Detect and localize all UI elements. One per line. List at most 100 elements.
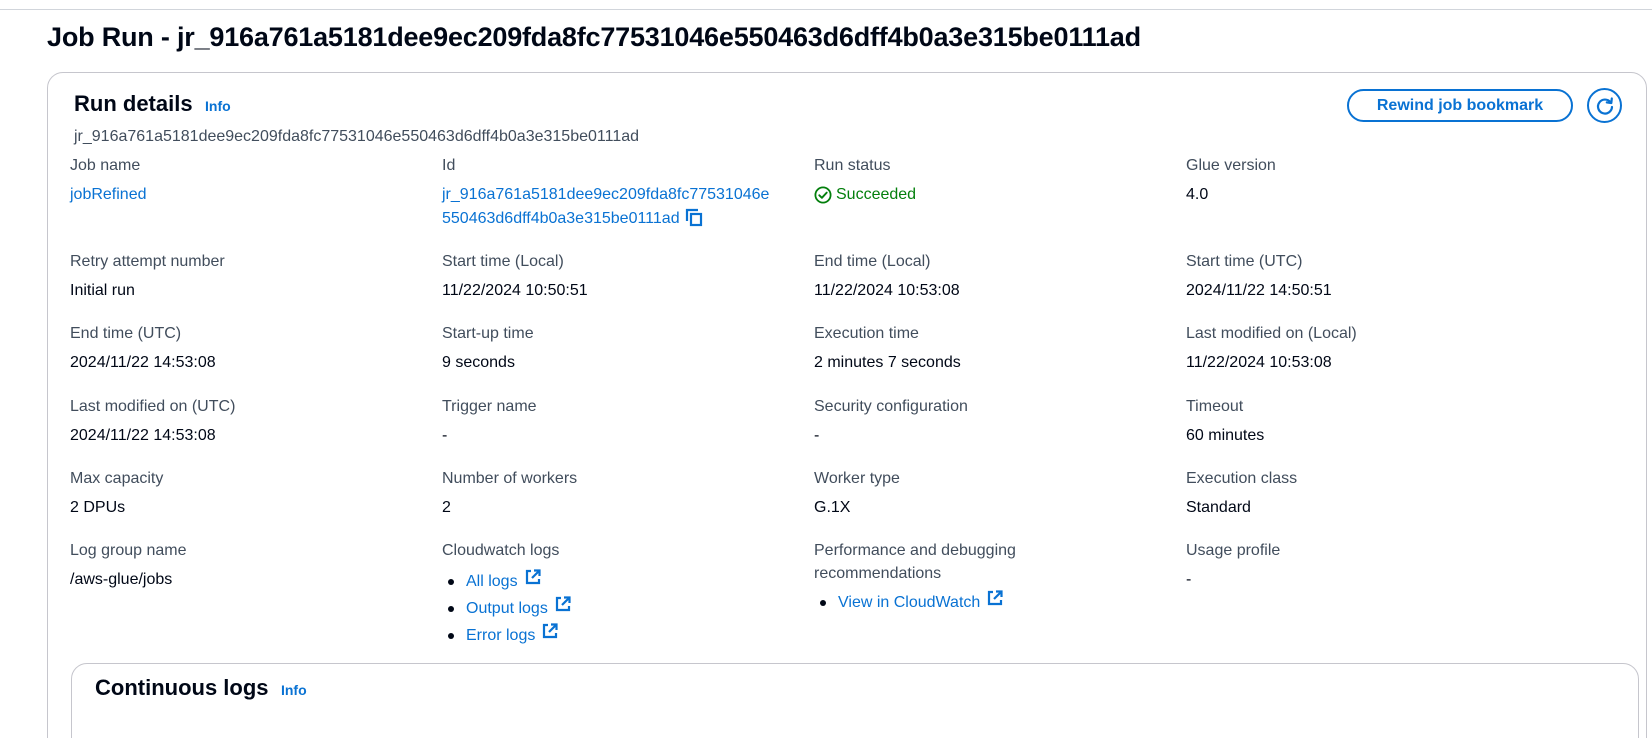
- continuous-logs-panel: Continuous logs Info: [71, 663, 1639, 738]
- startup-time-value: 9 seconds: [442, 354, 515, 371]
- field-worker-type: Worker type G.1X: [814, 467, 1184, 520]
- run-status-label: Run status: [814, 157, 891, 174]
- run-details-heading: Run details: [74, 91, 193, 116]
- id-value: jr_916a761a5181dee9ec209fda8fc77531046e …: [442, 183, 812, 235]
- continuous-logs-header: Continuous logs Info: [95, 675, 307, 701]
- usage-profile-value: -: [1186, 571, 1192, 588]
- output-logs-link[interactable]: Output logs: [466, 596, 548, 622]
- id-link-line1[interactable]: jr_916a761a5181dee9ec209fda8fc77531046e: [442, 186, 769, 203]
- run-details-header: Run details Info: [74, 91, 231, 117]
- view-in-cloudwatch-link[interactable]: View in CloudWatch: [838, 590, 980, 616]
- retry-attempt-label: Retry attempt number: [70, 253, 225, 270]
- security-configuration-value: -: [814, 427, 820, 444]
- run-status-text: Succeeded: [836, 186, 917, 203]
- external-link-icon[interactable]: [554, 595, 572, 622]
- check-circle-icon: [814, 186, 832, 204]
- rewind-job-bookmark-button[interactable]: Rewind job bookmark: [1347, 89, 1573, 122]
- number-of-workers-label: Number of workers: [442, 470, 578, 487]
- field-start-time-utc: Start time (UTC) 2024/11/22 14:50:51: [1186, 250, 1556, 303]
- field-retry-attempt: Retry attempt number Initial run: [70, 250, 440, 303]
- timeout-value: 60 minutes: [1186, 427, 1265, 444]
- refresh-button[interactable]: [1587, 88, 1622, 123]
- field-log-group-name: Log group name /aws-glue/jobs: [70, 539, 440, 592]
- bullet: [820, 599, 826, 606]
- continuous-logs-info-link[interactable]: Info: [281, 682, 307, 698]
- number-of-workers-value: 2: [442, 499, 451, 516]
- field-execution-time: Execution time 2 minutes 7 seconds: [814, 322, 1184, 375]
- cloudwatch-logs-label: Cloudwatch logs: [442, 542, 560, 559]
- field-run-status: Run status Succeeded: [814, 154, 1184, 207]
- field-end-time-utc: End time (UTC) 2024/11/22 14:53:08: [70, 322, 440, 375]
- last-modified-local-label: Last modified on (Local): [1186, 325, 1357, 342]
- field-cloudwatch-logs: Cloudwatch logs All logs Output logs Err…: [442, 539, 812, 649]
- retry-attempt-value: Initial run: [70, 282, 135, 299]
- page-title: Job Run - jr_916a761a5181dee9ec209fda8fc…: [47, 22, 1141, 52]
- security-configuration-label: Security configuration: [814, 398, 968, 415]
- field-last-modified-utc: Last modified on (UTC) 2024/11/22 14:53:…: [70, 395, 440, 448]
- field-trigger-name: Trigger name -: [442, 395, 812, 448]
- log-group-name-label: Log group name: [70, 542, 187, 559]
- list-item: View in CloudWatch: [820, 589, 1184, 616]
- execution-class-label: Execution class: [1186, 470, 1298, 487]
- start-time-utc-label: Start time (UTC): [1186, 253, 1303, 270]
- id-link-line2[interactable]: 550463d6dff4b0a3e315be0111ad: [442, 210, 680, 227]
- execution-class-value: Standard: [1186, 499, 1251, 516]
- start-time-utc-value: 2024/11/22 14:50:51: [1186, 282, 1332, 299]
- performance-debugging-list: View in CloudWatch: [814, 589, 1184, 616]
- end-time-local-value: 11/22/2024 10:53:08: [814, 282, 960, 299]
- field-performance-debugging: Performance and debugging recommendation…: [814, 539, 1184, 616]
- run-status-value: Succeeded: [814, 183, 1184, 207]
- glue-version-value: 4.0: [1186, 186, 1209, 203]
- start-time-local-value: 11/22/2024 10:50:51: [442, 282, 588, 299]
- bullet: [448, 578, 454, 585]
- id-label: Id: [442, 157, 456, 174]
- bullet: [448, 605, 454, 612]
- field-max-capacity: Max capacity 2 DPUs: [70, 467, 440, 520]
- field-glue-version: Glue version 4.0: [1186, 154, 1556, 207]
- continuous-logs-heading: Continuous logs: [95, 675, 269, 700]
- field-timeout: Timeout 60 minutes: [1186, 395, 1556, 448]
- performance-debugging-label: Performance and debugging recommendation…: [814, 539, 1184, 585]
- field-usage-profile: Usage profile -: [1186, 539, 1556, 592]
- execution-time-value: 2 minutes 7 seconds: [814, 354, 961, 371]
- run-details-panel: Run details Info jr_916a761a5181dee9ec20…: [47, 72, 1647, 738]
- external-link-icon[interactable]: [986, 589, 1004, 616]
- field-id: Id jr_916a761a5181dee9ec209fda8fc7753104…: [442, 154, 812, 235]
- end-time-utc-label: End time (UTC): [70, 325, 182, 342]
- performance-debugging-label-line1: Performance and debugging: [814, 542, 1016, 559]
- start-time-local-label: Start time (Local): [442, 253, 564, 270]
- max-capacity-value: 2 DPUs: [70, 499, 126, 516]
- timeout-label: Timeout: [1186, 398, 1244, 415]
- bullet: [448, 632, 454, 639]
- end-time-utc-value: 2024/11/22 14:53:08: [70, 354, 216, 371]
- list-item: All logs: [448, 568, 812, 595]
- max-capacity-label: Max capacity: [70, 470, 164, 487]
- external-link-icon[interactable]: [524, 568, 542, 595]
- error-logs-link[interactable]: Error logs: [466, 623, 535, 649]
- startup-time-label: Start-up time: [442, 325, 534, 342]
- glue-version-label: Glue version: [1186, 157, 1276, 174]
- all-logs-link[interactable]: All logs: [466, 569, 518, 595]
- last-modified-utc-label: Last modified on (UTC): [70, 398, 236, 415]
- list-item: Output logs: [448, 595, 812, 622]
- last-modified-local-value: 11/22/2024 10:53:08: [1186, 354, 1332, 371]
- field-startup-time: Start-up time 9 seconds: [442, 322, 812, 375]
- trigger-name-value: -: [442, 427, 448, 444]
- run-id-subtitle: jr_916a761a5181dee9ec209fda8fc77531046e5…: [74, 128, 640, 145]
- external-link-icon[interactable]: [541, 622, 559, 649]
- run-details-info-link[interactable]: Info: [205, 98, 231, 114]
- end-time-local-label: End time (Local): [814, 253, 931, 270]
- refresh-icon: [1596, 96, 1613, 115]
- copy-icon[interactable]: [684, 207, 704, 235]
- field-job-name: Job name jobRefined: [70, 154, 440, 207]
- last-modified-utc-value: 2024/11/22 14:53:08: [70, 427, 216, 444]
- cloudwatch-logs-list: All logs Output logs Error logs: [442, 568, 812, 649]
- worker-type-value: G.1X: [814, 499, 851, 516]
- field-end-time-local: End time (Local) 11/22/2024 10:53:08: [814, 250, 1184, 303]
- job-name-link[interactable]: jobRefined: [70, 183, 440, 207]
- job-name-label: Job name: [70, 157, 141, 174]
- log-group-name-value: /aws-glue/jobs: [70, 571, 173, 588]
- worker-type-label: Worker type: [814, 470, 900, 487]
- usage-profile-label: Usage profile: [1186, 542, 1281, 559]
- field-security-configuration: Security configuration -: [814, 395, 1184, 448]
